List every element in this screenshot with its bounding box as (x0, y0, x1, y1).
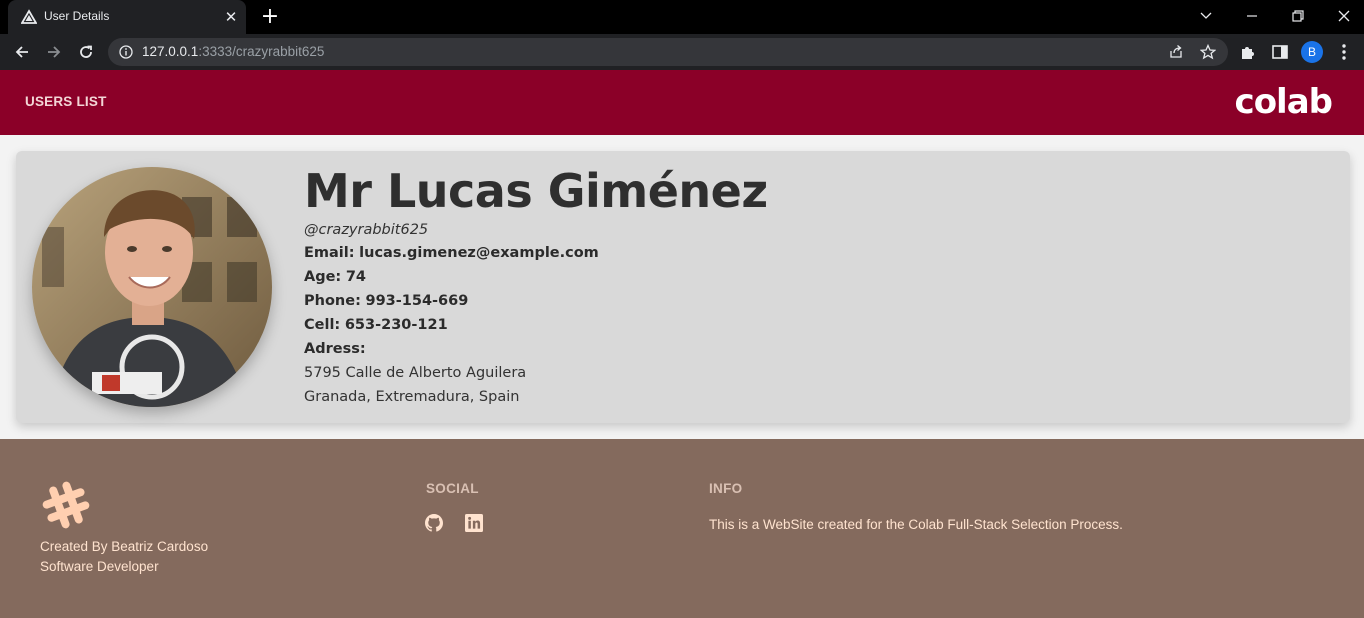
cell-value: 653-230-121 (344, 317, 448, 333)
user-full-name: Mr Lucas Giménez (304, 164, 768, 218)
colab-logo[interactable]: colab (1235, 82, 1333, 122)
cell-label: Cell: (304, 317, 341, 333)
address-bar[interactable]: 127.0.0.1:3333/crazyrabbit625 (108, 38, 1228, 66)
user-avatar (32, 167, 272, 407)
footer-credit: Created By Beatriz Cardoso Software Deve… (40, 537, 208, 577)
close-window-icon[interactable] (1330, 4, 1358, 28)
browser-tab[interactable]: User Details ✕ (8, 0, 246, 34)
browser-toolbar: 127.0.0.1:3333/crazyrabbit625 B (0, 34, 1364, 70)
age-label: Age: (304, 269, 342, 285)
url-path: :3333/crazyrabbit625 (198, 44, 325, 59)
credit-line-1: Created By Beatriz Cardoso (40, 539, 209, 554)
info-heading: INFO (709, 481, 743, 496)
user-cell-row: Cell: 653-230-121 (304, 313, 768, 337)
url-text[interactable]: 127.0.0.1:3333/crazyrabbit625 (142, 44, 324, 59)
user-phone-row: Phone: 993-154-669 (304, 289, 768, 313)
info-text: This is a WebSite created for the Colab … (709, 517, 1123, 532)
user-photo (32, 167, 272, 407)
user-age-row: Age: 74 (304, 265, 768, 289)
back-icon[interactable] (10, 40, 34, 64)
site-info-icon[interactable] (119, 45, 133, 59)
url-host: 127.0.0.1 (142, 44, 199, 59)
phone-value: 993-154-669 (365, 293, 469, 309)
browser-tab-strip: User Details ✕ + (0, 0, 1364, 34)
side-panel-icon[interactable] (1270, 42, 1290, 62)
email-value: lucas.gimenez@example.com (359, 245, 599, 261)
user-email-row: Email: lucas.gimenez@example.com (304, 241, 768, 265)
credit-line-2: Software Developer (40, 559, 159, 574)
users-list-link[interactable]: USERS LIST (25, 94, 107, 109)
minimize-icon[interactable] (1238, 4, 1266, 28)
linkedin-icon[interactable] (465, 514, 483, 532)
main-content: Mr Lucas Giménez @crazyrabbit625 Email: … (0, 135, 1364, 439)
email-label: Email: (304, 245, 355, 261)
phone-label: Phone: (304, 293, 361, 309)
tab-close-icon[interactable]: ✕ (222, 8, 240, 26)
site-header: USERS LIST colab (0, 70, 1364, 135)
restore-icon[interactable] (1284, 4, 1312, 28)
bookmark-star-icon[interactable] (1200, 44, 1216, 60)
address-line-2: Granada, Extremadura, Spain (304, 389, 520, 405)
reload-icon[interactable] (74, 40, 98, 64)
share-icon[interactable] (1168, 44, 1184, 60)
user-info: Mr Lucas Giménez @crazyrabbit625 Email: … (304, 163, 768, 409)
hashtag-logo-icon (42, 481, 90, 529)
user-username: @crazyrabbit625 (304, 222, 429, 238)
forward-icon[interactable] (42, 40, 66, 64)
address-line-1: 5795 Calle de Alberto Aguilera (304, 365, 527, 381)
vite-favicon-icon (21, 9, 37, 24)
profile-avatar[interactable]: B (1301, 41, 1323, 63)
browser-menu-icon[interactable] (1336, 42, 1352, 62)
address-label: Adress: (304, 341, 366, 357)
tab-title: User Details (44, 9, 110, 23)
tab-search-chevron-icon[interactable] (1192, 4, 1220, 28)
extensions-puzzle-icon[interactable] (1238, 42, 1258, 62)
user-card: Mr Lucas Giménez @crazyrabbit625 Email: … (16, 151, 1350, 423)
site-footer: Created By Beatriz Cardoso Software Deve… (0, 439, 1364, 618)
github-icon[interactable] (425, 514, 443, 532)
new-tab-button[interactable]: + (258, 6, 282, 28)
age-value: 74 (345, 269, 367, 285)
social-heading: SOCIAL (426, 481, 479, 496)
